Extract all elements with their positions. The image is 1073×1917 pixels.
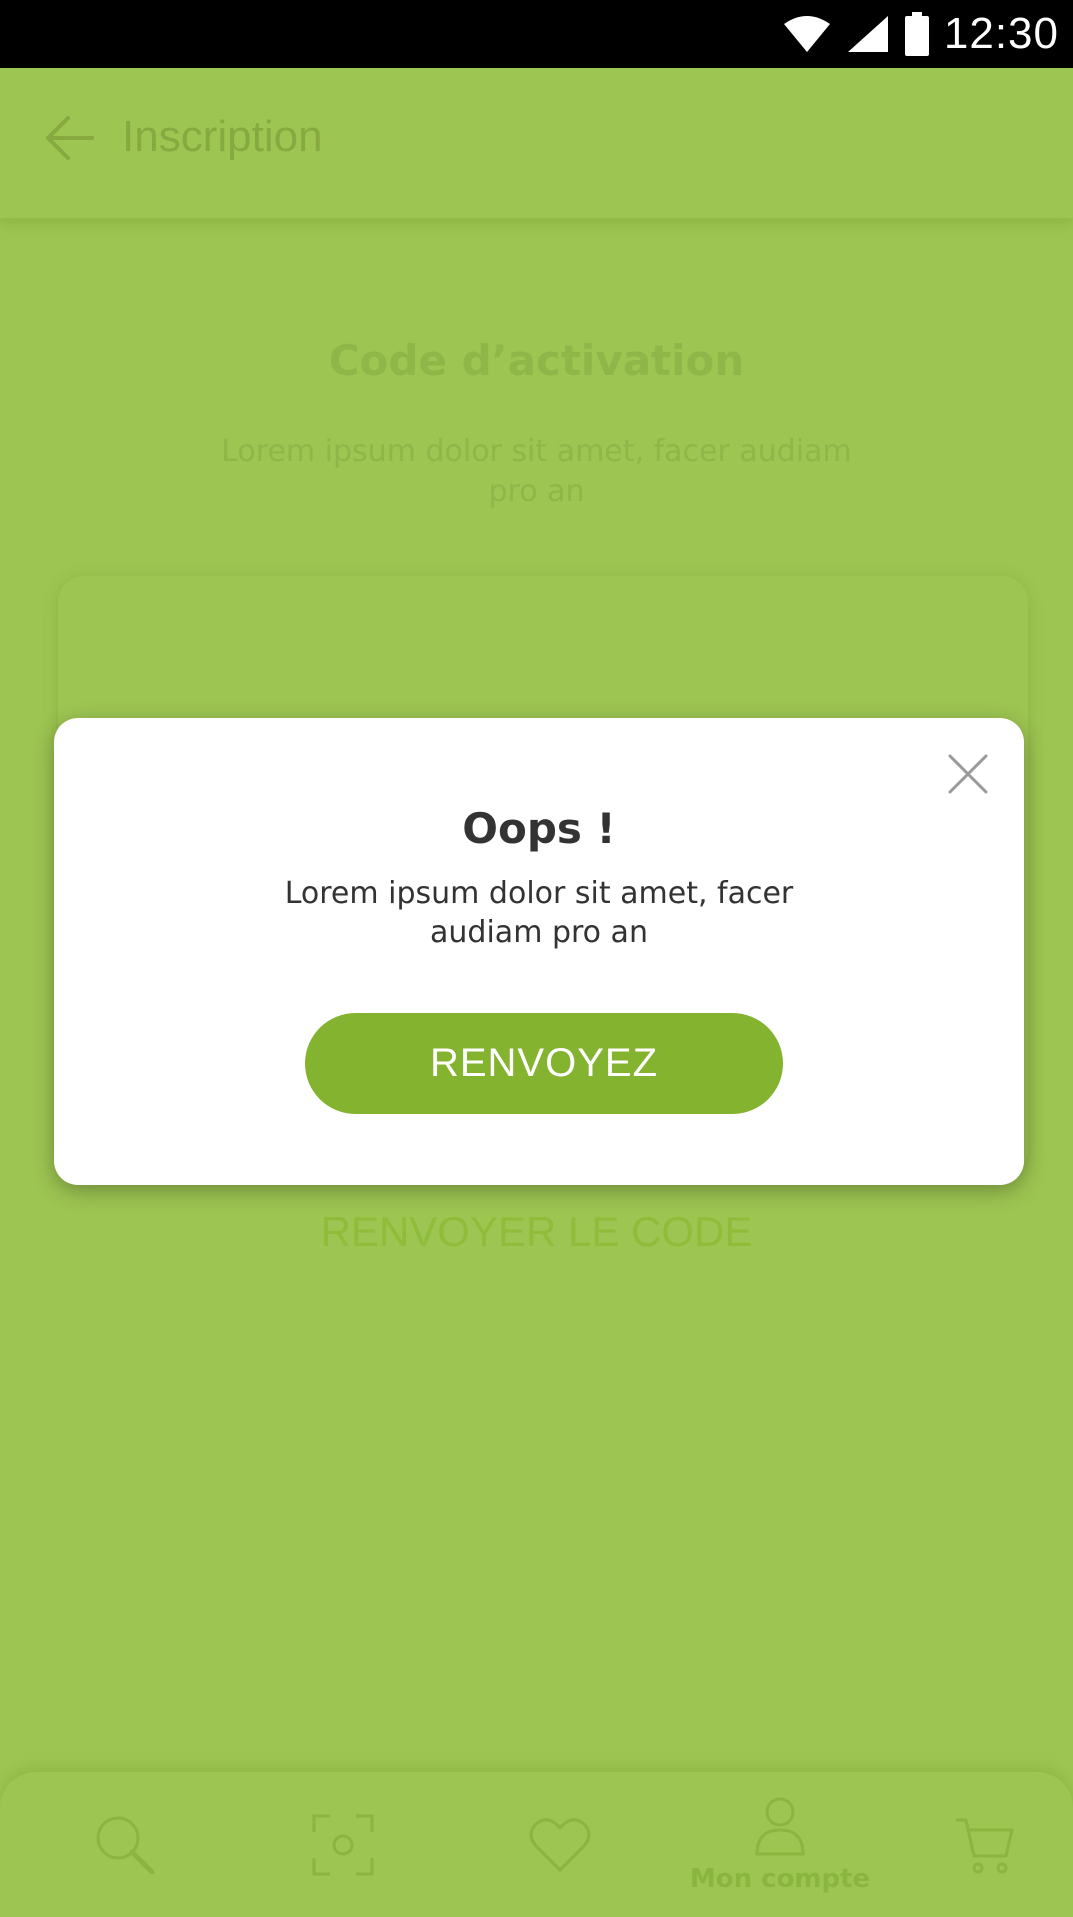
bottom-nav: Mon compte [0,1772,1073,1917]
status-icons: 12:30 [782,0,1059,68]
search-icon [96,1816,155,1874]
nav-label-account: Mon compte [689,1863,871,1894]
status-time: 12:30 [943,9,1059,58]
status-bar: 12:30 [0,0,1073,68]
resend-code-link[interactable]: RENVOYER LE CODE [0,1208,1073,1256]
scan-icon [312,1814,374,1875]
dialog-title: Oops ! [462,804,616,853]
activation-code-description: Lorem ipsum dolor sit amet, facer audiam… [221,434,852,509]
heart-icon [529,1817,591,1871]
error-dialog: Oops ! Lorem ipsum dolor sit amet, facer… [54,718,1024,1185]
page-title: Inscription [122,112,323,161]
nav-item-favorites[interactable] [515,1772,605,1917]
activation-code-title: Code d’activation [328,336,745,385]
user-icon [755,1797,805,1855]
app-bar: Inscription [0,68,1073,218]
nav-item-account[interactable]: Mon compte [680,1772,880,1917]
cart-icon [956,1818,1014,1873]
dialog-message: Lorem ipsum dolor sit amet, facer audiam… [284,876,794,950]
wifi-icon [783,16,830,52]
resend-button[interactable]: RENVOYEZ [305,1013,783,1114]
back-arrow-icon[interactable] [42,110,98,166]
close-icon[interactable] [946,752,990,796]
cell-signal-icon [847,16,888,52]
battery-icon [904,12,929,56]
nav-item-scan[interactable] [298,1772,388,1917]
nav-item-search[interactable] [80,1772,170,1917]
nav-item-cart[interactable] [950,1772,1020,1917]
